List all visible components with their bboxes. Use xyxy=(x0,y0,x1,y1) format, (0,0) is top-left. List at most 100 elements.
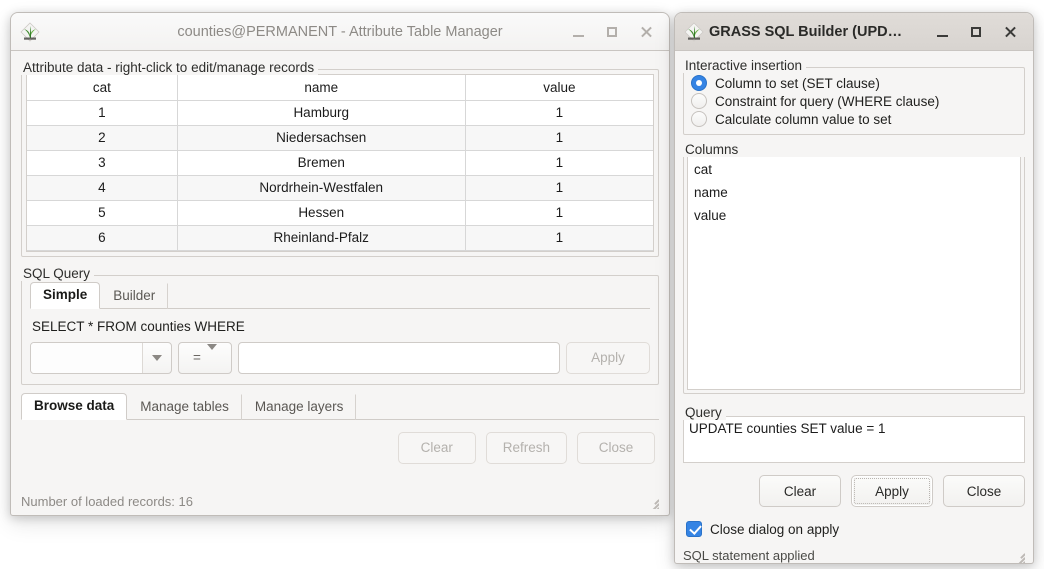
radio-button-icon[interactable] xyxy=(691,93,707,109)
tab-builder-label: Builder xyxy=(113,287,156,303)
close-dialog-on-apply-label: Close dialog on apply xyxy=(710,521,840,537)
list-item[interactable]: cat xyxy=(688,158,1020,181)
maximize-icon[interactable] xyxy=(595,17,629,47)
attribute-window-titlebar[interactable]: counties@PERMANENT - Attribute Table Man… xyxy=(11,13,669,51)
cell-name[interactable]: Rheinland-Pfalz xyxy=(176,224,466,251)
cell-name[interactable]: Bremen xyxy=(176,149,466,176)
list-item[interactable]: name xyxy=(688,181,1020,204)
radio-button-icon[interactable] xyxy=(691,75,707,91)
cell-value[interactable]: 1 xyxy=(464,174,653,201)
cell-name[interactable]: Hessen xyxy=(176,199,466,226)
tab-simple-label: Simple xyxy=(43,286,88,302)
table-row[interactable]: 2 Niedersachsen 1 xyxy=(27,124,653,151)
cell-value[interactable]: 1 xyxy=(464,224,653,251)
column-header-value[interactable]: value xyxy=(464,75,653,101)
sql-prefix-label: SELECT * FROM counties WHERE xyxy=(32,318,245,334)
columns-listbox[interactable]: cat name value xyxy=(687,153,1021,390)
close-icon[interactable] xyxy=(993,17,1027,47)
cell-cat[interactable]: 2 xyxy=(27,124,178,151)
cell-cat[interactable]: 4 xyxy=(27,174,178,201)
cell-name[interactable]: Hamburg xyxy=(176,99,466,126)
column-header-name[interactable]: name xyxy=(176,75,466,101)
interactive-insertion-group: Interactive insertion Column to set (SET… xyxy=(683,57,1025,135)
radio-column-to-set[interactable]: Column to set (SET clause) xyxy=(688,74,1018,92)
close-icon[interactable] xyxy=(629,17,663,47)
chevron-down-icon[interactable] xyxy=(143,354,171,361)
query-group: Query UPDATE counties SET value = 1 xyxy=(683,404,1025,463)
radio-calculate-column-value-label: Calculate column value to set xyxy=(715,111,892,127)
cell-value[interactable]: 1 xyxy=(464,124,653,151)
clear-button[interactable]: Clear xyxy=(759,475,841,507)
cell-name[interactable]: Nordrhein-Westfalen xyxy=(176,174,466,201)
attribute-data-group: Attribute data - right-click to edit/man… xyxy=(21,59,659,257)
tab-builder[interactable]: Builder xyxy=(100,282,169,309)
value-input[interactable] xyxy=(238,341,560,374)
apply-button[interactable]: Apply xyxy=(566,341,650,374)
bottom-tabbar: Browse data Manage tables Manage layers xyxy=(21,392,659,420)
sql-builder-body: Interactive insertion Column to set (SET… xyxy=(675,51,1033,563)
operator-select-value: = xyxy=(193,350,201,365)
tab-browse-data-label: Browse data xyxy=(34,397,115,413)
loaded-records-status: Number of loaded records: 16 xyxy=(21,493,193,509)
cell-value[interactable]: 1 xyxy=(464,99,653,126)
list-item[interactable]: value xyxy=(688,204,1020,227)
sql-builder-titlebar[interactable]: GRASS SQL Builder (UPD… xyxy=(675,13,1033,51)
grass-sql-builder-window: GRASS SQL Builder (UPD… Interactive inse… xyxy=(674,12,1034,564)
tab-manage-layers[interactable]: Manage layers xyxy=(242,393,357,420)
sql-query-group: SQL Query Simple Builder SELECT * FROM c… xyxy=(21,265,659,385)
cell-name[interactable]: Niedersachsen xyxy=(176,124,466,151)
refresh-button[interactable]: Refresh xyxy=(485,431,567,464)
table-row[interactable]: 3 Bremen 1 xyxy=(27,149,653,176)
column-select[interactable] xyxy=(30,341,172,374)
chevron-down-icon[interactable] xyxy=(206,344,217,365)
radio-calculate-column-value[interactable]: Calculate column value to set xyxy=(688,110,1018,128)
table-row[interactable]: 1 Hamburg 1 xyxy=(27,99,653,126)
table-header-row: cat name value xyxy=(27,75,653,101)
sql-simple-row: = Apply xyxy=(30,341,650,374)
checkbox-icon[interactable] xyxy=(686,521,702,537)
radio-constraint-for-query[interactable]: Constraint for query (WHERE clause) xyxy=(688,92,1018,110)
close-button[interactable]: Close xyxy=(577,431,655,464)
columns-group: Columns cat name value xyxy=(683,143,1025,394)
grass-gis-icon xyxy=(683,21,705,43)
table-row[interactable]: 5 Hessen 1 xyxy=(27,199,653,226)
close-button[interactable]: Close xyxy=(943,475,1025,507)
cell-value[interactable]: 1 xyxy=(464,149,653,176)
minimize-icon[interactable] xyxy=(561,17,595,47)
resize-grip[interactable] xyxy=(643,493,659,509)
column-header-cat[interactable]: cat xyxy=(27,75,178,101)
tab-simple[interactable]: Simple xyxy=(30,281,101,309)
table-row[interactable]: 6 Rheinland-Pfalz 1 xyxy=(27,224,653,251)
attribute-table-manager-window: counties@PERMANENT - Attribute Table Man… xyxy=(10,12,670,516)
column-select-value xyxy=(31,342,143,373)
attribute-data-section: Attribute data - right-click to edit/man… xyxy=(11,51,669,257)
cell-cat[interactable]: 1 xyxy=(27,99,178,126)
cell-value[interactable]: 1 xyxy=(464,199,653,226)
tab-browse-data[interactable]: Browse data xyxy=(21,392,128,420)
query-textarea[interactable]: UPDATE counties SET value = 1 xyxy=(683,416,1025,463)
operator-select[interactable]: = xyxy=(178,341,232,374)
apply-button[interactable]: Apply xyxy=(851,475,933,507)
attribute-window-body: Attribute data - right-click to edit/man… xyxy=(11,51,669,515)
table-row[interactable]: 4 Nordrhein-Westfalen 1 xyxy=(27,174,653,201)
radio-button-icon[interactable] xyxy=(691,111,707,127)
attribute-statusbar: Number of loaded records: 16 xyxy=(11,489,669,513)
attribute-table[interactable]: cat name value 1 Hamburg 1 2 Niedersachs… xyxy=(27,75,653,251)
tab-manage-tables[interactable]: Manage tables xyxy=(127,393,242,420)
attribute-table-wrap[interactable]: cat name value 1 Hamburg 1 2 Niedersachs… xyxy=(26,74,654,252)
tab-manage-tables-label: Manage tables xyxy=(140,398,229,414)
sql-status-text: SQL statement applied xyxy=(683,547,815,563)
sql-query-section: SQL Query Simple Builder SELECT * FROM c… xyxy=(11,257,669,385)
tab-manage-layers-label: Manage layers xyxy=(254,398,344,414)
cell-cat[interactable]: 3 xyxy=(27,149,178,176)
cell-cat[interactable]: 5 xyxy=(27,199,178,226)
radio-constraint-for-query-label: Constraint for query (WHERE clause) xyxy=(715,93,940,109)
resize-grip[interactable] xyxy=(1009,547,1025,563)
clear-button[interactable]: Clear xyxy=(397,431,476,464)
cell-cat[interactable]: 6 xyxy=(27,224,178,251)
sql-builder-statusbar: SQL statement applied xyxy=(683,537,1025,563)
close-dialog-on-apply-row[interactable]: Close dialog on apply xyxy=(683,507,1025,537)
maximize-icon[interactable] xyxy=(959,17,993,47)
minimize-icon[interactable] xyxy=(925,17,959,47)
attribute-action-buttons: Clear Refresh Close xyxy=(11,420,669,464)
